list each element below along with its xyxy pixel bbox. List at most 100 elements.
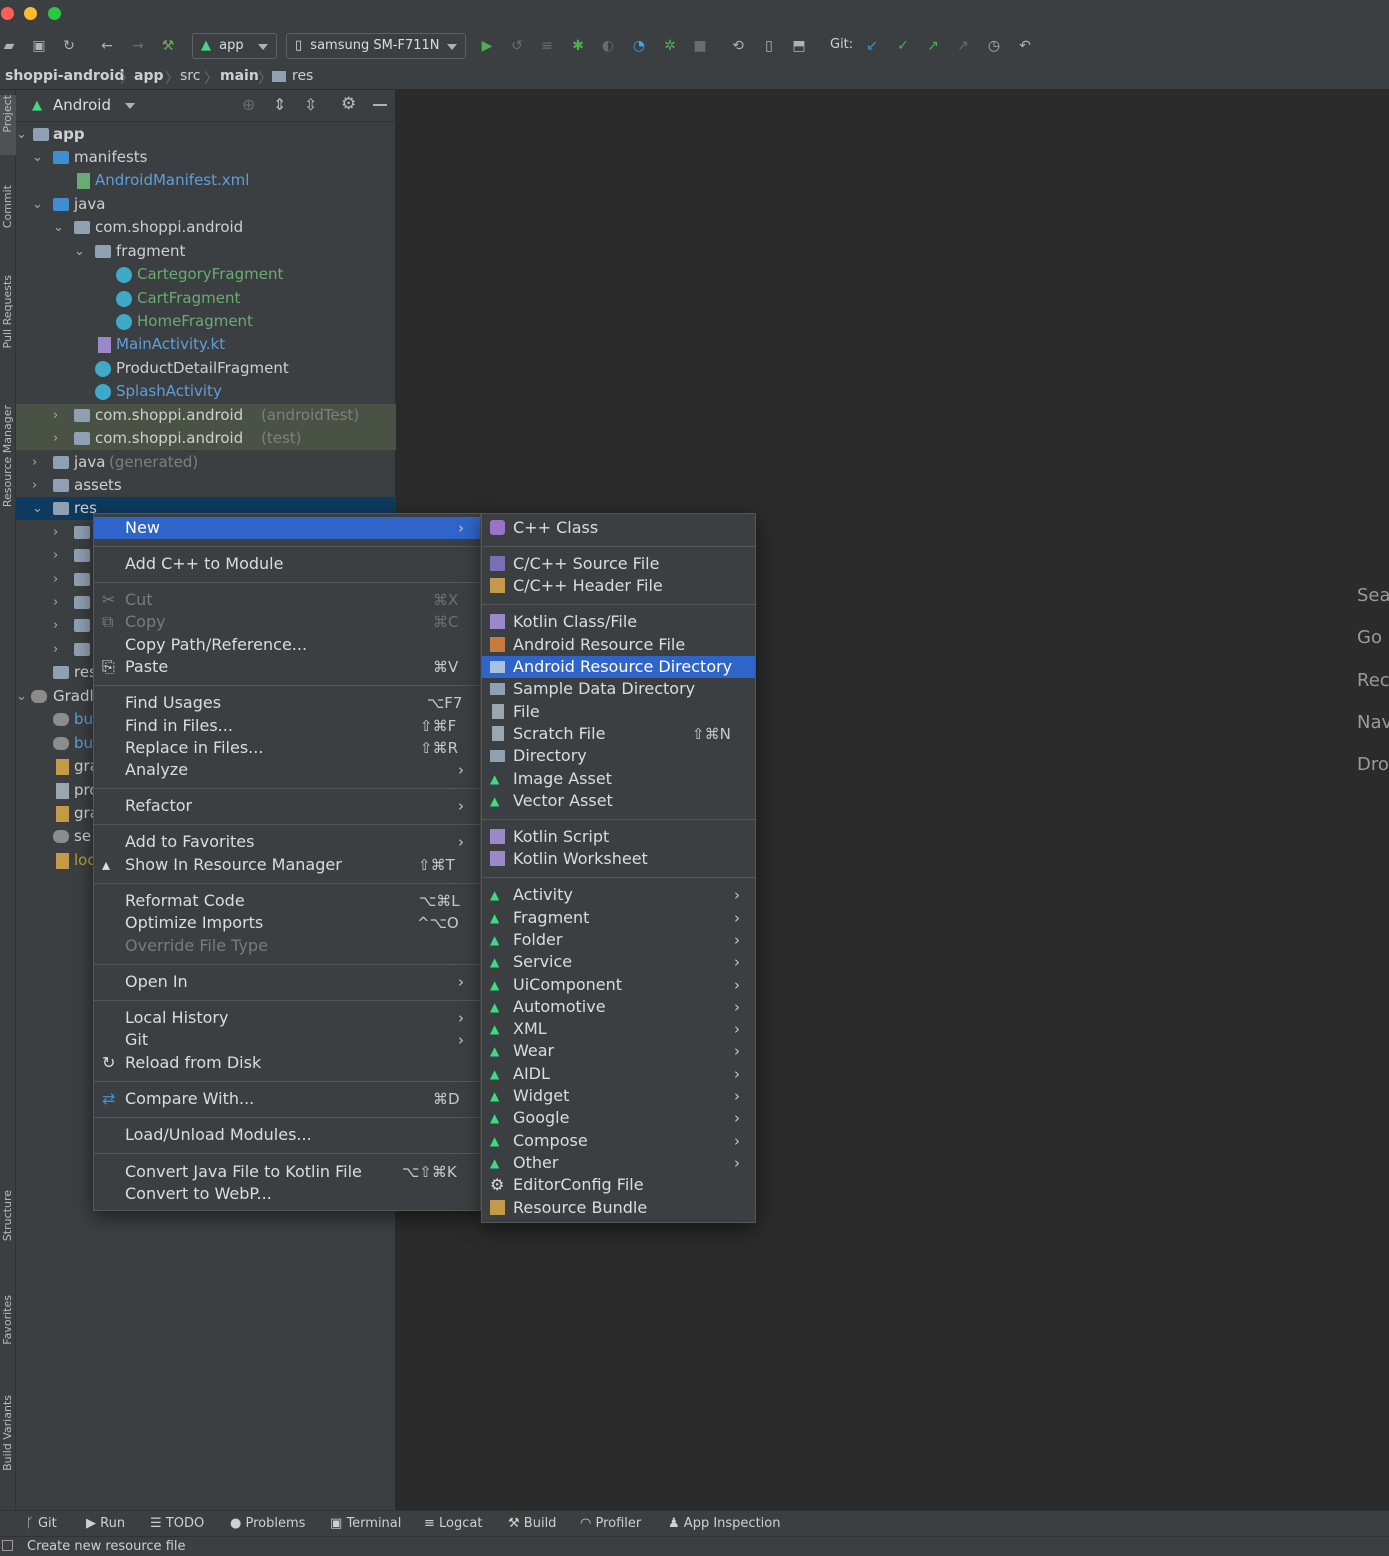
tree-item[interactable]: ⌄ java <box>16 193 396 216</box>
git-commit-icon[interactable]: ✓ <box>894 37 912 55</box>
tree-item[interactable]: ⌄ fragment <box>16 240 396 263</box>
hide-icon[interactable] <box>373 104 387 106</box>
menu-item-override-file-type[interactable]: Override File Type <box>94 935 480 957</box>
close-window-button[interactable] <box>1 7 14 20</box>
gradle-sync-icon[interactable]: ⟲ <box>729 37 747 55</box>
submenu-item-file[interactable]: File <box>482 701 755 723</box>
locate-icon[interactable]: ⊕ <box>242 95 255 114</box>
submenu-item-kotlin-class[interactable]: Kotlin Class/File <box>482 611 755 633</box>
tree-item[interactable]: CartFragment <box>16 287 396 310</box>
build-tool-button[interactable]: ⚒ Build <box>508 1516 556 1531</box>
submenu-item-cpp-class[interactable]: C++ Class <box>482 517 755 539</box>
menu-item-find-usages[interactable]: Find Usages ⌥F7 <box>94 692 480 714</box>
tree-item[interactable]: HomeFragment <box>16 310 396 333</box>
submenu-item-cpp-source[interactable]: C/C++ Source File <box>482 553 755 575</box>
submenu-item-android-resource-directory[interactable]: Android Resource Directory <box>482 656 755 678</box>
submenu-item-kotlin-worksheet[interactable]: Kotlin Worksheet <box>482 848 755 870</box>
tree-item[interactable]: CartegoryFragment <box>16 263 396 286</box>
breadcrumb-item[interactable]: src <box>180 68 200 84</box>
terminal-tool-button[interactable]: ▣ Terminal <box>330 1516 401 1531</box>
tree-item[interactable]: ⌄ com.shoppi.android <box>16 216 396 239</box>
back-icon[interactable]: ← <box>98 37 116 55</box>
submenu-item-android-resource-file[interactable]: Android Resource File <box>482 634 755 656</box>
run-icon[interactable]: ▶ <box>478 37 496 55</box>
submenu-item-sample-data-directory[interactable]: Sample Data Directory <box>482 678 755 700</box>
submenu-item-directory[interactable]: Directory <box>482 745 755 767</box>
tree-item[interactable]: ⌄ manifests <box>16 146 396 169</box>
menu-item-add-to-favorites[interactable]: Add to Favorites › <box>94 831 480 853</box>
minimize-window-button[interactable] <box>24 7 37 20</box>
tool-tab-structure[interactable]: Structure <box>0 1190 16 1270</box>
save-icon[interactable]: ▣ <box>30 37 48 55</box>
open-folder-icon[interactable]: ▰ <box>0 37 18 55</box>
tree-item[interactable]: SplashActivity <box>16 380 396 403</box>
logcat-tool-button[interactable]: ≡ Logcat <box>424 1516 482 1531</box>
avd-manager-icon[interactable]: ▯ <box>760 37 778 55</box>
tree-item[interactable]: › java (generated) <box>16 451 396 474</box>
apply-changes-icon[interactable]: ↺ <box>508 37 526 55</box>
tree-item[interactable]: › assets <box>16 474 396 497</box>
menu-item-analyze[interactable]: Analyze › <box>94 759 480 781</box>
todo-tool-button[interactable]: ☰ TODO <box>150 1516 204 1531</box>
tree-item[interactable]: MainActivity.kt <box>16 333 396 356</box>
submenu-item-automotive[interactable]: ▲ Automotive › <box>482 996 755 1018</box>
coverage-icon[interactable]: ◐ <box>599 37 617 55</box>
menu-item-add-cpp[interactable]: Add C++ to Module <box>94 553 480 575</box>
breadcrumb-item[interactable]: res <box>292 68 313 84</box>
run-tool-button[interactable]: ▶ Run <box>86 1516 125 1531</box>
menu-item-git[interactable]: Git › <box>94 1029 480 1051</box>
tree-item[interactable]: AndroidManifest.xml <box>16 169 396 192</box>
tool-tab-favorites[interactable]: Favorites <box>0 1295 16 1375</box>
problems-tool-button[interactable]: ● Problems <box>230 1516 305 1531</box>
submenu-item-editorconfig[interactable]: ⚙ EditorConfig File <box>482 1174 755 1196</box>
submenu-item-vector-asset[interactable]: ▲ Vector Asset <box>482 790 755 812</box>
git-rollback-icon[interactable]: ↶ <box>1016 37 1034 55</box>
submenu-item-other[interactable]: ▲ Other › <box>482 1152 755 1174</box>
menu-item-show-in-resource-manager[interactable]: ▴ Show In Resource Manager ⇧⌘T <box>94 854 480 876</box>
submenu-item-compose[interactable]: ▲ Compose › <box>482 1130 755 1152</box>
tree-item[interactable]: ProductDetailFragment <box>16 357 396 380</box>
menu-item-cut[interactable]: ✂ Cut ⌘X <box>94 589 480 611</box>
menu-item-load-unload-modules[interactable]: Load/Unload Modules... <box>94 1124 480 1146</box>
apply-code-changes-icon[interactable]: ≡ <box>538 37 556 55</box>
tool-tab-pull-requests[interactable]: Pull Requests <box>0 275 16 375</box>
run-config-select[interactable]: ▲ app <box>192 33 277 59</box>
tool-tab-commit[interactable]: Commit <box>0 185 16 245</box>
forward-icon[interactable]: → <box>129 37 147 55</box>
menu-item-copy[interactable]: ⧉ Copy ⌘C <box>94 611 480 633</box>
menu-item-new[interactable]: New › <box>94 517 480 539</box>
menu-item-compare-with[interactable]: ⇄ Compare With... ⌘D <box>94 1088 480 1110</box>
submenu-item-service[interactable]: ▲ Service › <box>482 951 755 973</box>
git-update-icon[interactable]: ↙ <box>863 37 881 55</box>
zoom-window-button[interactable] <box>48 7 61 20</box>
menu-item-find-in-files[interactable]: Find in Files... ⇧⌘F <box>94 715 480 737</box>
submenu-item-wear[interactable]: ▲ Wear › <box>482 1040 755 1062</box>
tool-tab-resource-manager[interactable]: Resource Manager <box>0 405 16 535</box>
submenu-item-fragment[interactable]: ▲ Fragment › <box>482 907 755 929</box>
submenu-item-cpp-header[interactable]: C/C++ Header File <box>482 575 755 597</box>
submenu-item-image-asset[interactable]: ▲ Image Asset <box>482 768 755 790</box>
submenu-item-google[interactable]: ▲ Google › <box>482 1107 755 1129</box>
view-mode-select[interactable]: Android <box>53 96 111 114</box>
debug-icon[interactable]: ✱ <box>569 37 587 55</box>
app-inspection-tool-button[interactable]: ♟ App Inspection <box>668 1516 780 1531</box>
tool-tab-project[interactable]: Project <box>0 95 16 155</box>
menu-item-replace-in-files[interactable]: Replace in Files... ⇧⌘R <box>94 737 480 759</box>
menu-item-reformat-code[interactable]: Reformat Code ⌥⌘L <box>94 890 480 912</box>
menu-item-local-history[interactable]: Local History › <box>94 1007 480 1029</box>
tree-item[interactable]: ⌄ app <box>16 123 396 146</box>
breadcrumb-item[interactable]: app <box>134 68 164 84</box>
menu-item-paste[interactable]: ⎘ Paste ⌘V <box>94 656 480 678</box>
expand-all-icon[interactable]: ⇕ <box>273 95 286 114</box>
submenu-item-xml[interactable]: ▲ XML › <box>482 1018 755 1040</box>
stop-icon[interactable]: ■ <box>691 37 709 55</box>
breadcrumb-item[interactable]: shoppi-android <box>5 68 124 84</box>
submenu-item-folder[interactable]: ▲ Folder › <box>482 929 755 951</box>
menu-item-open-in[interactable]: Open In › <box>94 971 480 993</box>
tree-item[interactable]: › com.shoppi.android (androidTest) <box>16 404 396 427</box>
menu-item-convert-java-to-kotlin[interactable]: Convert Java File to Kotlin File ⌥⇧⌘K <box>94 1161 480 1183</box>
collapse-all-icon[interactable]: ⇳ <box>304 95 317 114</box>
submenu-item-aidl[interactable]: ▲ AIDL › <box>482 1063 755 1085</box>
make-project-icon[interactable]: ⚒ <box>159 37 177 55</box>
chevron-down-icon[interactable] <box>125 103 135 109</box>
